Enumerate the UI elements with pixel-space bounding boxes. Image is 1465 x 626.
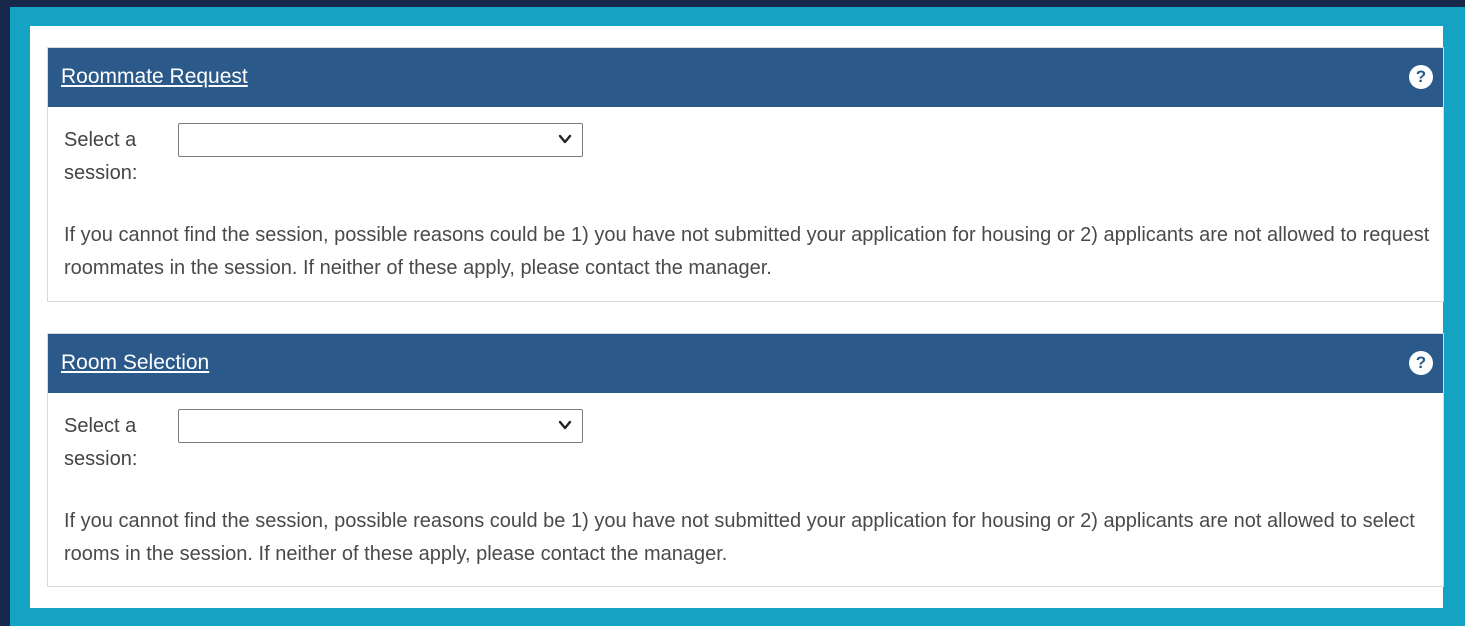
room-selection-help-text: If you cannot find the session, possible… [64, 510, 1415, 565]
page-frame: Roommate Request ? Select a session: If … [10, 7, 1465, 626]
room-selection-panel: Room Selection ? Select a session: If yo… [47, 333, 1444, 587]
room-session-select[interactable] [178, 409, 583, 443]
panel-header: Roommate Request ? [48, 48, 1443, 107]
question-circle-icon[interactable]: ? [1409, 65, 1433, 89]
roommate-request-panel: Roommate Request ? Select a session: If … [47, 47, 1444, 302]
session-label: Select a session: [64, 129, 138, 184]
roommate-request-title-link[interactable]: Roommate Request [61, 65, 248, 89]
session-label: Select a session: [64, 415, 138, 470]
panel-header: Room Selection ? [48, 334, 1443, 393]
content-area: Roommate Request ? Select a session: If … [30, 26, 1444, 608]
chevron-down-icon [558, 420, 572, 430]
question-circle-icon[interactable]: ? [1409, 351, 1433, 375]
roommate-help-text: If you cannot find the session, possible… [64, 224, 1430, 279]
chevron-down-icon [558, 134, 572, 144]
roommate-session-select[interactable] [178, 123, 583, 157]
room-selection-title-link[interactable]: Room Selection [61, 351, 209, 375]
